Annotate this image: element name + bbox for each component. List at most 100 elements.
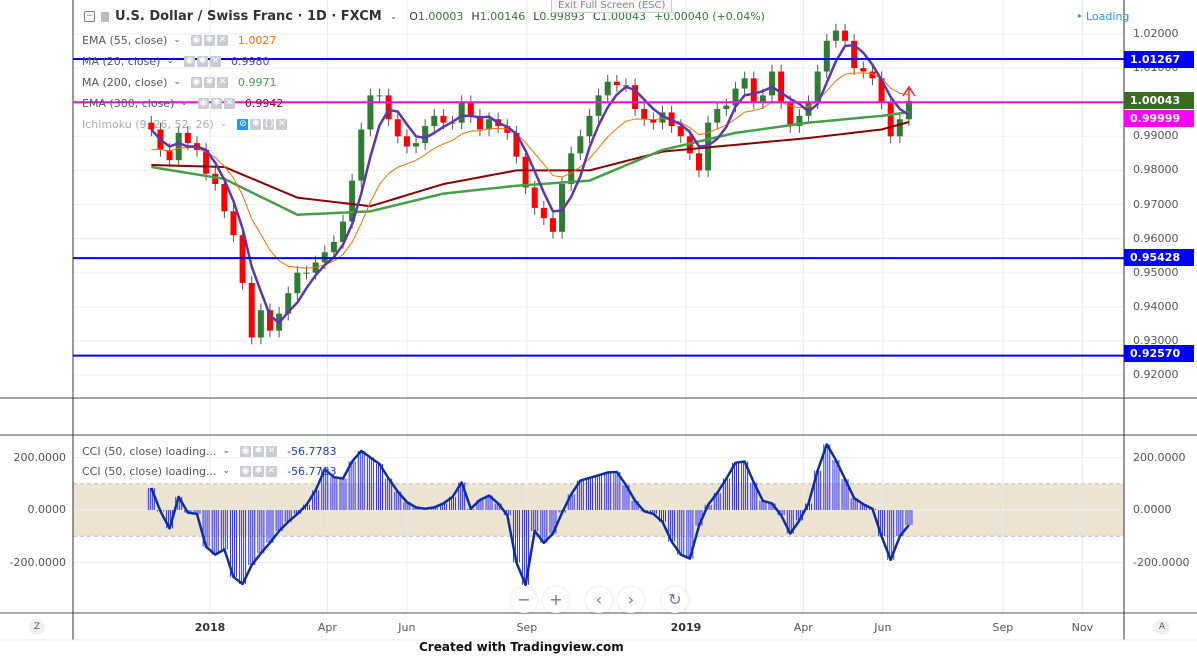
candle-body [860,68,867,72]
loading-status: • Loading [1076,10,1129,23]
chevron-down-icon[interactable]: ⌄ [173,35,181,45]
legend-ema300[interactable]: EMA (300, close) ⌄ ◉ ✱ ✕ 0.9942 [82,95,283,111]
loading-dot-icon: • [1076,10,1086,23]
z-toggle-button[interactable]: Z [29,619,45,635]
open-value: O1.00003 [409,10,464,23]
candle-body [486,119,493,130]
close-icon[interactable]: ✕ [223,97,235,109]
scroll-left-button[interactable]: ‹ [586,587,612,613]
legend-value: 1.0027 [237,33,277,47]
time-tick-label: Nov [1071,621,1094,634]
legend-cci-1[interactable]: CCI (50, close) loading... ⌄ ◉ ✱ ✕ -56.7783 [82,443,337,459]
chevron-down-icon[interactable]: ⌄ [173,77,181,87]
hidden-eye-icon[interactable]: ⊘ [237,118,249,130]
ema300-line [151,121,910,208]
flag-icon [101,11,109,22]
cci-tick-label: 0.0000 [1133,503,1172,516]
candle-body [568,153,575,185]
loading-label: Loading [1086,10,1130,23]
candle-body [367,95,374,130]
eye-icon[interactable]: ◉ [183,55,195,67]
time-tick-label: Jun [398,621,416,634]
candle-body [330,242,337,253]
gear-icon[interactable]: ✱ [250,118,262,130]
symbol-title[interactable]: U.S. Dollar / Swiss Franc · 1D · FXCM [115,9,382,24]
zoom-out-button[interactable]: − [511,587,537,613]
legend-ema55[interactable]: EMA (55, close) ⌄ ◉ ✱ ✕ 1.0027 [82,32,276,48]
chevron-down-icon[interactable]: ⌄ [390,12,398,22]
price-tick-label: 0.99000 [1133,129,1179,143]
gear-icon[interactable]: ✱ [203,76,215,88]
candle-body [842,30,849,41]
eye-icon[interactable]: ◉ [240,445,252,457]
price-tick-label: 0.94000 [1133,299,1179,313]
candle-body [540,207,547,219]
legend-ichimoku[interactable]: Ichimoku (9, 26, 52, 26) ⌄ ⊘ ✱{} ✕ [82,116,288,132]
close-icon[interactable]: ✕ [216,76,228,88]
price-tick-label: 0.96000 [1133,231,1179,245]
candle-body [358,129,365,181]
auto-scale-button[interactable]: A [1154,619,1170,635]
close-icon[interactable]: ✕ [216,34,228,46]
price-badge-last: 1.00043 [1124,92,1194,109]
legend-cci-2[interactable]: CCI (50, close) loading... ⌄ ◉ ✱ ✕ -56.7783 [82,463,337,479]
price-tick-label: 0.98000 [1133,163,1179,177]
legend-label: MA (20, close) [82,54,161,68]
legend-ma200[interactable]: MA (200, close) ⌄ ◉ ✱ ✕ 0.9971 [82,74,276,90]
price-tick-label: 0.97000 [1133,197,1179,211]
legend-ma20[interactable]: MA (20, close) ⌄ ◉ ✱ ✕ 0.9980 [82,53,269,69]
candle-body [303,272,310,274]
chevron-down-icon[interactable]: ⌄ [223,466,231,476]
gear-icon[interactable]: ✱ [210,97,222,109]
scroll-right-button[interactable]: › [618,587,644,613]
gear-icon[interactable]: ✱ [203,34,215,46]
candle-body [887,102,894,137]
candle-body [413,143,420,147]
time-tick-label: Apr [317,621,337,634]
chevron-down-icon[interactable]: ⌄ [223,446,231,456]
gear-icon[interactable]: ✱ [253,465,265,477]
candle-body [531,187,538,208]
legend-value: 0.9942 [244,96,284,110]
candle-body [613,81,620,86]
close-icon[interactable]: ✕ [266,445,278,457]
candle-body [394,119,401,137]
gear-icon[interactable]: ✱ [196,55,208,67]
gear-icon[interactable]: ✱ [253,445,265,457]
legend-value: 0.9980 [230,54,270,68]
exit-fullscreen-tooltip: Exit Full Screen (ESC) [551,0,673,13]
price-tick-label: 1.02000 [1133,27,1179,40]
candle-body [522,156,529,188]
chevron-down-icon[interactable]: ⌄ [166,56,174,66]
eye-icon[interactable]: ◉ [190,76,202,88]
eye-icon[interactable]: ◉ [190,34,202,46]
candle-body [778,71,785,103]
candle-body [467,102,474,116]
close-icon[interactable]: ✕ [209,55,221,67]
candle-body [184,132,191,144]
eye-icon[interactable]: ◉ [197,97,209,109]
close-icon[interactable]: ✕ [266,465,278,477]
candle-body [431,115,438,127]
candle-body [422,126,429,144]
reset-chart-button[interactable]: ↻ [662,587,688,613]
price-badge-magenta-line: 0.99999 [1124,110,1194,127]
close-icon[interactable]: ✕ [276,118,288,130]
chevron-down-icon[interactable]: ⌄ [180,98,188,108]
legend-label: EMA (300, close) [82,96,175,110]
time-tick-label: Sep [992,621,1014,634]
time-tick-label: Jun [874,621,892,634]
zoom-in-button[interactable]: + [543,587,569,613]
candle-body [769,71,776,96]
candle-body [175,132,182,161]
candle-body [896,119,903,137]
legend-label: EMA (55, close) [82,33,168,47]
legend-value: 0.9971 [237,75,277,89]
candle-body [376,95,383,97]
eye-icon[interactable]: ◉ [240,465,252,477]
legend-label: CCI (50, close) loading... [82,444,217,458]
chevron-down-icon[interactable]: ⌄ [220,119,228,129]
legend-label: Ichimoku (9, 26, 52, 26) [82,117,214,131]
source-code-icon[interactable]: {} [263,118,275,130]
collapse-icon[interactable]: − [84,11,95,22]
